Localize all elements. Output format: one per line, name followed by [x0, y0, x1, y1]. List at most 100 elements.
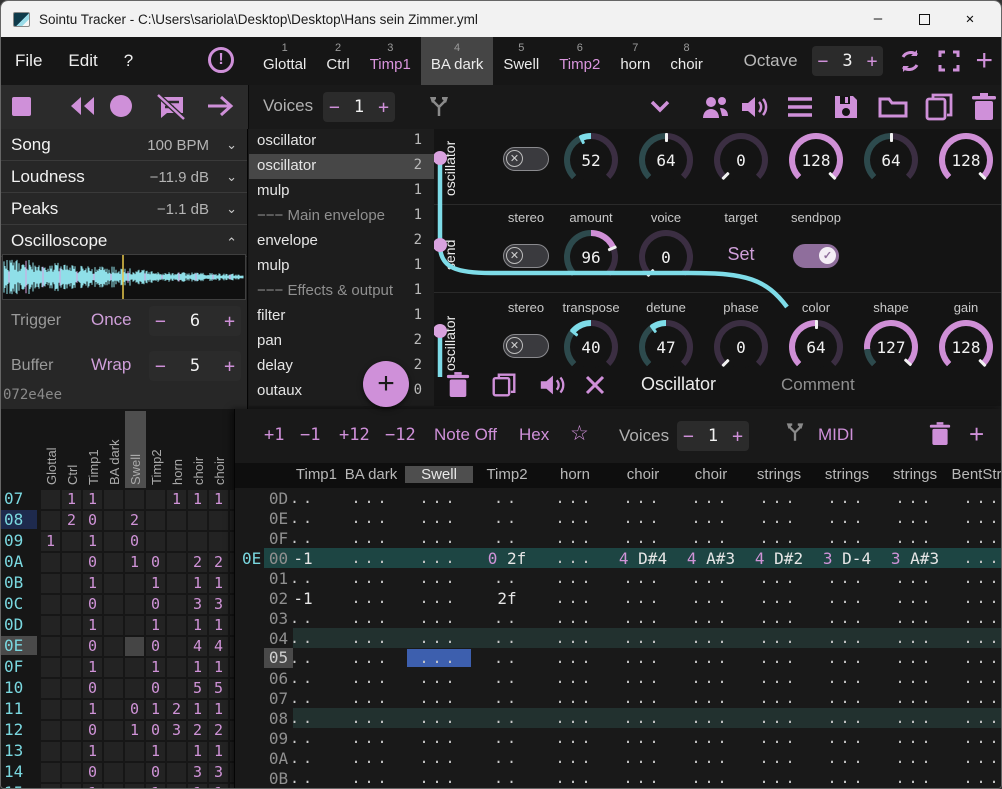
order-cell[interactable]: 0	[83, 679, 102, 698]
note-cell[interactable]: ...	[609, 589, 677, 607]
track-header-swell[interactable]: Swell	[405, 466, 473, 483]
order-column-header[interactable]: Glottal	[44, 419, 59, 485]
track-header-choir[interactable]: choir	[677, 466, 745, 483]
order-cell[interactable]	[125, 616, 144, 635]
note-cell[interactable]: ..	[473, 669, 541, 687]
order-row-number[interactable]: 0C	[1, 594, 37, 613]
order-cell[interactable]: 1	[146, 700, 165, 719]
note-cell[interactable]: ...	[541, 669, 609, 687]
order-column-header[interactable]: BA dark	[107, 419, 122, 485]
note-cell[interactable]: ...	[609, 569, 677, 587]
order-cell[interactable]	[125, 574, 144, 593]
note-cell[interactable]: ...	[881, 569, 949, 587]
note-cell[interactable]: ..	[269, 509, 337, 527]
order-cell[interactable]: 1	[209, 616, 228, 635]
note-cell[interactable]: ..	[269, 749, 337, 767]
note-cell[interactable]: ...	[949, 689, 1001, 707]
note-cell[interactable]: ...	[541, 609, 609, 627]
order-cell[interactable]: 1	[146, 658, 165, 677]
fullscreen-icon[interactable]	[937, 49, 961, 73]
order-cell[interactable]	[188, 532, 207, 551]
order-cell[interactable]	[41, 574, 60, 593]
order-cell[interactable]: 1	[83, 784, 102, 788]
note-cell[interactable]: ...	[813, 629, 881, 647]
note-cell[interactable]: ...	[337, 729, 405, 747]
note-cell[interactable]: ...	[609, 609, 677, 627]
close-button[interactable]: ✕	[947, 1, 993, 37]
unit-list-item[interactable]: envelope2	[249, 229, 434, 254]
order-cell[interactable]	[209, 511, 228, 530]
order-cell[interactable]	[41, 700, 60, 719]
unit-comment-field[interactable]: Comment	[781, 375, 855, 395]
order-cell[interactable]	[125, 658, 144, 677]
order-cell[interactable]: 2	[188, 721, 207, 740]
order-cell[interactable]: 0	[83, 763, 102, 782]
note-cell[interactable]: ..	[269, 769, 337, 787]
chevron-down-icon[interactable]: ⌄	[226, 169, 237, 185]
note-cell[interactable]: ..	[269, 529, 337, 547]
order-cell[interactable]: 1	[188, 616, 207, 635]
order-row-number[interactable]: 09	[1, 531, 37, 550]
order-cell[interactable]	[104, 553, 123, 572]
buffer-mode-button[interactable]: Wrap	[91, 355, 131, 375]
note-cell[interactable]: 4 D#2	[745, 549, 813, 568]
order-cell[interactable]	[104, 721, 123, 740]
note-cell[interactable]: ...	[745, 729, 813, 747]
trigger-plus-button[interactable]: +	[224, 311, 235, 332]
song-row[interactable]: Song 100 BPM ⌄	[1, 129, 247, 161]
order-row-number[interactable]: 13	[1, 741, 37, 760]
order-row-number[interactable]: 0E	[1, 636, 37, 655]
note-cell[interactable]: ..	[473, 749, 541, 767]
note-toolbar-button-+1[interactable]: +1	[264, 425, 284, 445]
note-cell[interactable]: ...	[677, 609, 745, 627]
midi-button[interactable]: MIDI	[818, 425, 854, 445]
note-toolbar-button-hex[interactable]: Hex	[519, 425, 549, 445]
note-cell[interactable]: ...	[541, 749, 609, 767]
order-cell[interactable]: 2	[209, 553, 228, 572]
note-cell[interactable]: ...	[677, 529, 745, 547]
note-cell[interactable]: ...	[677, 509, 745, 527]
order-cell[interactable]: 5	[209, 679, 228, 698]
note-cell[interactable]: ...	[677, 569, 745, 587]
note-cell[interactable]: ...	[813, 569, 881, 587]
knob-amount[interactable]: 96	[564, 230, 618, 284]
stop-button[interactable]	[12, 97, 31, 116]
buffer-minus-button[interactable]: −	[155, 356, 166, 377]
loudness-row[interactable]: Loudness −11.9 dB ⌄	[1, 161, 247, 193]
delete-track-icon[interactable]	[929, 422, 951, 446]
note-cell[interactable]: ...	[813, 649, 881, 667]
order-cell[interactable]: 0	[146, 721, 165, 740]
note-cell[interactable]: ...	[609, 689, 677, 707]
track-header-bentstr[interactable]: BentStr	[949, 466, 1002, 483]
order-cell[interactable]	[41, 637, 60, 656]
instrument-tab-timp1[interactable]: 3Timp1	[360, 37, 421, 85]
order-cell[interactable]: 1	[209, 490, 228, 509]
note-cell[interactable]: ...	[541, 649, 609, 667]
order-cell[interactable]	[104, 700, 123, 719]
note-cell[interactable]: ...	[677, 649, 745, 667]
order-cell[interactable]: 0	[146, 637, 165, 656]
note-cell[interactable]: ...	[609, 769, 677, 787]
note-cell[interactable]: ...	[881, 509, 949, 527]
note-cell[interactable]: ...	[813, 729, 881, 747]
order-cell[interactable]	[104, 574, 123, 593]
order-cell[interactable]	[104, 637, 123, 656]
order-cell[interactable]: 1	[41, 532, 60, 551]
order-cell[interactable]	[125, 784, 144, 788]
order-cell[interactable]: 0	[146, 553, 165, 572]
order-cell[interactable]	[167, 532, 186, 551]
note-cell[interactable]: ...	[405, 489, 473, 507]
order-cell[interactable]: 2	[125, 511, 144, 530]
order-row-number[interactable]: 11	[1, 699, 37, 718]
note-cell[interactable]: ...	[541, 569, 609, 587]
note-cell[interactable]: ...	[949, 609, 1001, 627]
order-cell[interactable]	[62, 553, 81, 572]
order-cell[interactable]	[62, 574, 81, 593]
order-cell[interactable]: 1	[125, 721, 144, 740]
order-cell[interactable]	[62, 700, 81, 719]
order-cell[interactable]	[62, 595, 81, 614]
note-cell[interactable]: ...	[541, 489, 609, 507]
note-cell[interactable]: ...	[609, 729, 677, 747]
note-cell[interactable]: ...	[609, 629, 677, 647]
unit-list-item[interactable]: filter1	[249, 304, 434, 329]
